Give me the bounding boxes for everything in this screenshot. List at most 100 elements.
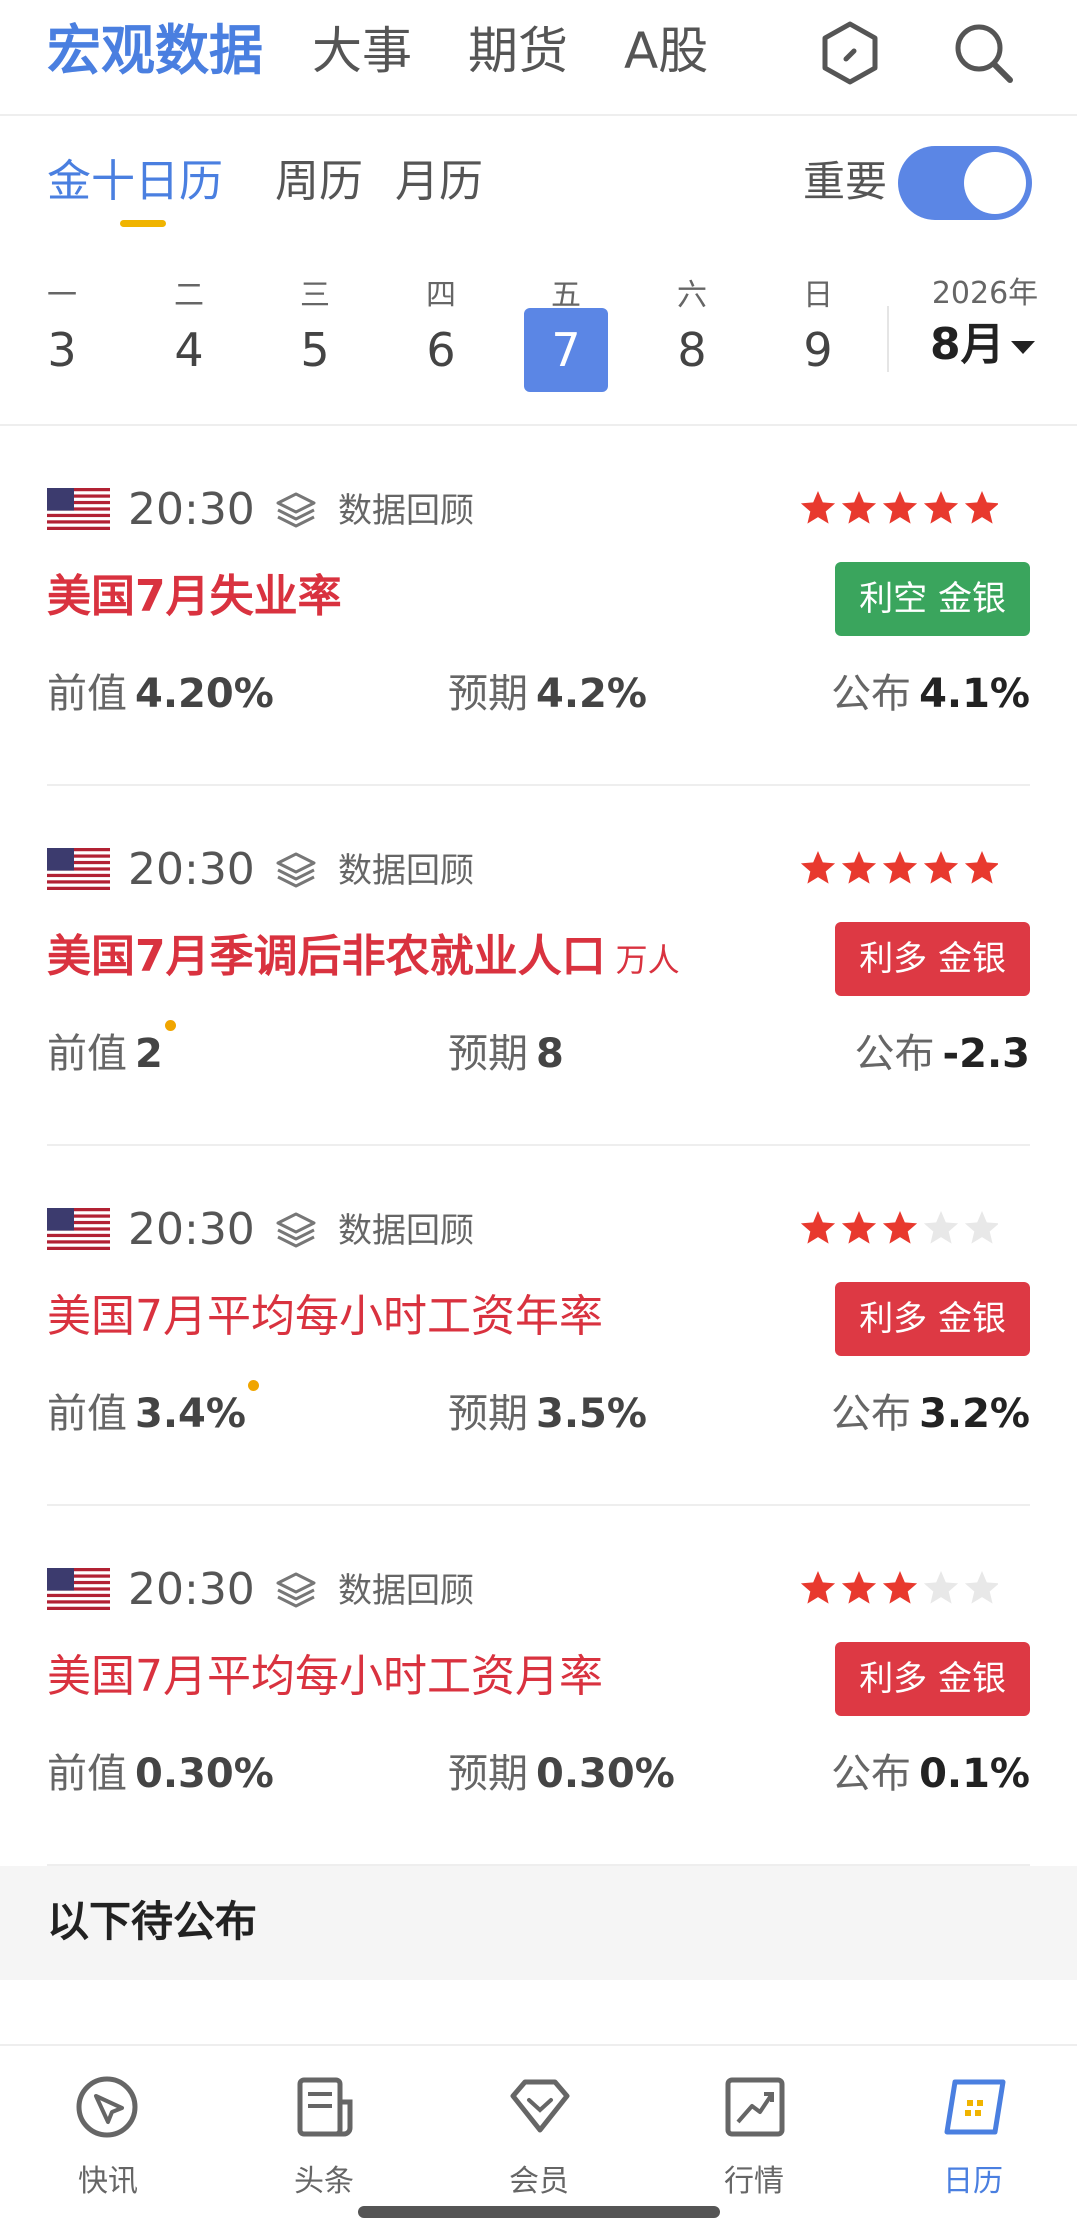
pending-section-header: 以下待公布 [0,1866,1077,1980]
event-card[interactable]: 20:30 数据回顾 美国7月失业率 利空 金银 前值 4.20% 预期 4.2% 公布 4.1% [0,426,1077,786]
search-icon[interactable] [948,18,1018,88]
importance-stars [800,1211,998,1244]
star-icon [841,851,877,884]
tab-month-calendar[interactable]: 月历 [395,152,483,212]
importance-stars [800,851,998,884]
published-number: 4.1% [919,671,1030,717]
event-card[interactable]: 20:30 数据回顾美国7月平均每小时工资年率 利多 金银前值 3.4% 预期 3.5% 公… [0,1146,1077,1506]
star-icon [841,1571,877,1604]
published-label: 公布 [831,1391,912,1437]
importance-stars [800,1571,998,1604]
day-number: 6 [426,323,456,377]
expected-label: 预期 [448,671,528,717]
tab-jin10-calendar[interactable]: 金十日历 [47,152,223,212]
tab-macro-data[interactable]: 宏观数据 [47,18,263,84]
impact-badge: 利多 金银 [835,1282,1030,1356]
tab-major-events[interactable]: 大事 [312,18,412,84]
expected-value: 预期 3.5% [448,1384,647,1444]
day-number: 7 [524,308,608,392]
pending-label: 以下待公布 [47,1897,258,1946]
week-strip: 一3二4三5四6五7六8日9 [0,260,1077,410]
important-toggle[interactable] [898,146,1032,220]
tab-futures[interactable]: 期货 [468,18,568,84]
bottom-tab-market[interactable]: 行情 [684,2072,824,2202]
bottom-tab-label: 会员 [509,2164,569,2199]
bottom-tab-label: 日历 [943,2164,1003,2199]
bottom-tab-label: 快讯 [78,2164,138,2199]
previous-value: 前值 0.30% [47,1744,274,1804]
bottom-tab-membership[interactable]: 会员 [469,2072,609,2202]
market-chart-icon [725,2077,785,2137]
us-flag-icon [47,1208,110,1250]
previous-value: 前值 2 [47,1020,176,1084]
published-number: 3.2% [919,1391,1030,1437]
bottom-tab-label: 头条 [294,2164,354,2199]
published-number: -2.3 [942,1031,1030,1077]
expected-number: 4.2% [536,671,647,717]
calendar-icon [944,2079,1006,2135]
home-indicator [358,2206,720,2218]
previous-value: 前值 3.4% [47,1380,259,1444]
event-type: 数据回顾 [338,1571,474,1611]
star-icon [882,491,918,524]
previous-label: 前值 [47,1031,127,1077]
day-number: 4 [174,323,204,377]
event-card[interactable]: 20:30 数据回顾 美国7月季调后非农就业人口 万人 利多 金银 前值 2 预期 8 公布 -2.… [0,786,1077,1146]
month-divider [887,306,889,372]
event-time: 20:30 [128,844,255,895]
star-icon [923,1571,959,1604]
tab-a-shares[interactable]: A股 [624,18,708,84]
layers-icon [276,1212,316,1248]
bottom-tab-headlines[interactable]: 头条 [254,2072,394,2202]
impact-badge: 利多 金银 [835,1642,1030,1716]
published-label: 公布 [854,1031,935,1077]
star-icon [882,1571,918,1604]
previous-label: 前值 [47,671,127,717]
star-icon [841,491,877,524]
month-label: 8月 [930,319,1005,370]
expected-value: 预期 8 [448,1024,564,1084]
star-icon [800,1211,836,1244]
published-value: 公布 -2.3 [855,1024,1030,1084]
event-title: 美国7月平均每小时工资年率 [47,1286,603,1348]
bottom-tab-calendar[interactable]: 日历 [903,2072,1043,2202]
importance-stars [800,491,998,524]
previous-number: 3.4% [135,1391,246,1437]
active-tab-indicator [120,220,166,227]
us-flag-icon [47,1568,110,1610]
star-icon [882,851,918,884]
event-title-text: 美国7月平均每小时工资月率 [47,1651,603,1702]
star-icon [964,491,998,524]
star-icon [841,1211,877,1244]
event-title-text: 美国7月平均每小时工资年率 [47,1291,603,1342]
top-navigation: 宏观数据 大事 期货 A股 [0,0,1077,116]
event-card[interactable]: 20:30 数据回顾 美国7月平均每小时工资月率 利多 金银 前值 0.30% 预期 0.30… [0,1506,1077,1866]
published-label: 公布 [831,1751,912,1797]
star-icon [964,851,998,884]
expected-number: 8 [536,1031,564,1077]
hexagon-icon[interactable] [815,18,885,88]
star-icon [923,1211,959,1244]
important-filter-label: 重要 [803,157,888,206]
event-title-text: 美国7月季调后非农就业人口 [47,931,606,982]
bottom-tab-flash[interactable]: 快讯 [38,2072,178,2202]
caret-down-icon [1010,340,1035,354]
event-unit: 万人 [615,941,680,979]
event-title-text: 美国7月失业率 [47,571,342,622]
previous-number: 0.30% [135,1751,274,1797]
event-type: 数据回顾 [338,491,474,531]
event-type: 数据回顾 [338,1211,474,1251]
star-icon [882,1211,918,1244]
month-selector[interactable]: 8月 [930,312,1035,378]
expected-number: 0.30% [536,1751,675,1797]
newspaper-icon [297,2077,353,2137]
tab-week-calendar[interactable]: 周历 [275,152,363,212]
us-flag-icon [47,848,110,890]
star-icon [923,491,959,524]
revised-dot-icon [165,1020,176,1031]
event-time: 20:30 [128,1204,255,1255]
event-title: 美国7月失业率 [47,566,342,628]
event-time: 20:30 [128,484,255,535]
star-icon [800,1571,836,1604]
expected-number: 3.5% [536,1391,647,1437]
